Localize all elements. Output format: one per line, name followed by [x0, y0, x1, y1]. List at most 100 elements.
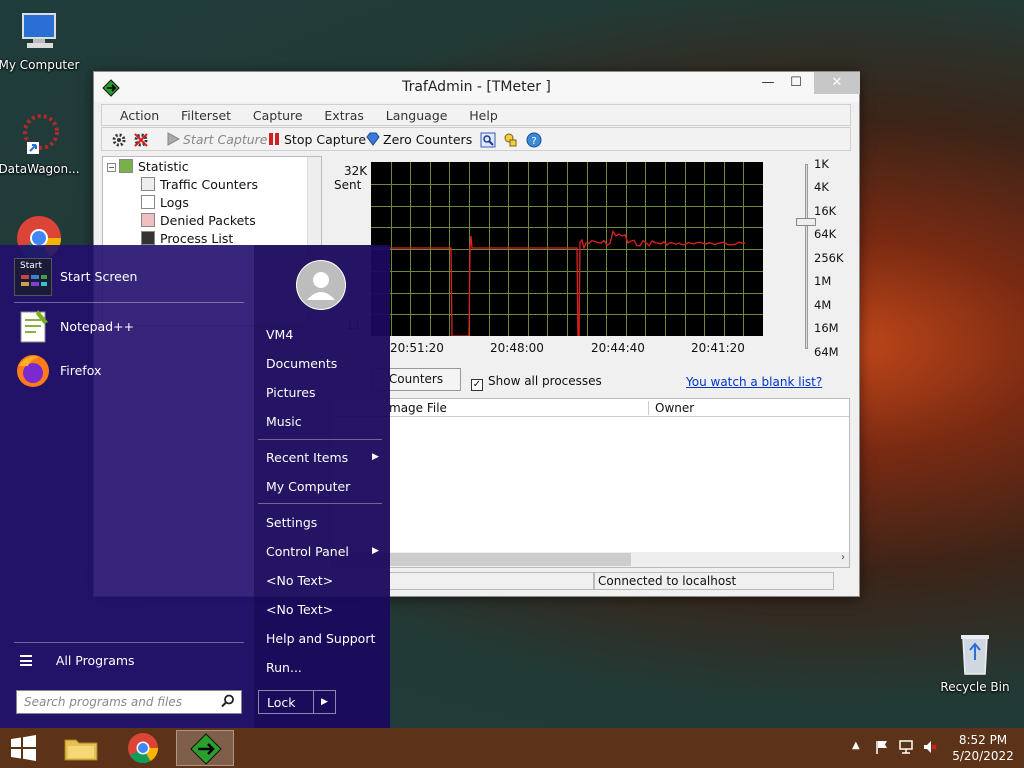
list-header: mage File Owner	[331, 399, 849, 417]
start-item-run[interactable]: Run...	[266, 660, 302, 675]
chrome-icon	[128, 733, 158, 764]
menu-filterset[interactable]: Filterset	[181, 105, 231, 123]
scale-slider[interactable]: 1K 4K 16K 64K 256K 1M 4M 16M 64M	[780, 156, 850, 362]
tray-overflow-icon[interactable]: ▲	[852, 740, 860, 751]
start-item-control-panel[interactable]: Control Panel	[266, 544, 349, 559]
tree-node-process-list[interactable]: Process List	[141, 231, 233, 246]
graph-y-top: 32K	[344, 164, 368, 178]
tmeter-icon	[190, 733, 222, 765]
search-box[interactable]: Search programs and files	[16, 690, 242, 714]
start-item-music[interactable]: Music	[266, 414, 302, 429]
menu-extras[interactable]: Extras	[324, 105, 364, 123]
start-item-no-text-1[interactable]: <No Text>	[266, 573, 333, 588]
title-bar[interactable]: TrafAdmin - [TMeter ] — ☐ ✕	[94, 72, 860, 102]
counters-icon	[141, 177, 155, 191]
close-button[interactable]: ✕	[814, 72, 860, 94]
folder-icon	[64, 739, 98, 761]
pinned-label: Firefox	[60, 363, 102, 378]
search-icon[interactable]	[221, 694, 235, 711]
start-item-documents[interactable]: Documents	[266, 356, 337, 371]
help-icon[interactable]: ?	[526, 130, 542, 149]
settings-gear-icon[interactable]	[110, 130, 128, 149]
firefox-icon	[14, 352, 52, 390]
start-item-user[interactable]: VM4	[266, 327, 293, 342]
zero-counters-button[interactable]: Zero Counters	[366, 130, 472, 149]
desktop-icon-recycle-bin[interactable]: Recycle Bin	[933, 630, 1017, 694]
diamond-icon	[366, 132, 380, 146]
process-list[interactable]: mage File Owner ›	[330, 398, 850, 568]
tree-node-statistic[interactable]: − Statistic	[107, 159, 189, 174]
menu-language[interactable]: Language	[386, 105, 448, 123]
flag-icon[interactable]	[874, 739, 890, 758]
desktop-icon-datawagon[interactable]: DataWagon...	[0, 112, 81, 176]
taskbar-chrome[interactable]	[114, 730, 172, 766]
x-tick-2: 20:44:40	[591, 341, 645, 355]
desktop-icon-label: My Computer	[0, 58, 80, 72]
status-bar: Connected to localhost	[330, 572, 850, 590]
scale-16m: 16M	[814, 321, 839, 335]
menu-action[interactable]: Action	[120, 105, 159, 123]
lock-options-arrow-icon[interactable]: ▶	[313, 691, 335, 713]
checkbox-box: ✓	[471, 379, 483, 391]
traffic-plot-svg	[371, 162, 763, 337]
clock-time: 8:52 PM	[958, 733, 1008, 747]
scale-thumb[interactable]	[796, 218, 816, 226]
scale-16k: 16K	[814, 204, 837, 218]
taskbar-trafadmin[interactable]	[176, 730, 234, 766]
play-icon	[166, 132, 181, 146]
separator	[14, 302, 244, 303]
log-icon	[141, 195, 155, 209]
scale-track	[805, 164, 808, 349]
network-icon[interactable]	[898, 739, 914, 758]
window-title: TrafAdmin - [TMeter ]	[402, 79, 551, 95]
search-placeholder: Search programs and files	[24, 695, 182, 709]
process-icon	[141, 231, 155, 245]
start-item-recent-items[interactable]: Recent Items	[266, 450, 348, 465]
start-item-my-computer[interactable]: My Computer	[266, 479, 350, 494]
disconnect-icon[interactable]	[132, 130, 150, 149]
windows-logo-icon	[11, 735, 36, 761]
tree-node-denied-packets[interactable]: Denied Packets	[141, 213, 256, 228]
separator	[14, 642, 244, 643]
maximize-button[interactable]: ☐	[779, 72, 813, 94]
separator	[258, 439, 382, 440]
stop-capture-button[interactable]: Stop Capture	[267, 130, 366, 149]
traffic-plot	[371, 162, 763, 337]
desktop-icon-label: DataWagon...	[0, 162, 80, 176]
lock-button[interactable]: Lock ▶	[258, 690, 336, 714]
desktop-icon-my-computer[interactable]: My Computer	[0, 8, 81, 72]
start-item-settings[interactable]: Settings	[266, 515, 317, 530]
start-item-help-support[interactable]: Help and Support	[266, 631, 375, 646]
menu-help[interactable]: Help	[469, 105, 498, 123]
taskbar-file-explorer[interactable]	[52, 730, 110, 766]
volume-muted-icon[interactable]	[922, 739, 938, 758]
all-programs-button[interactable]: All Programs	[20, 653, 135, 668]
scale-4m: 4M	[814, 298, 832, 312]
tree-node-logs[interactable]: Logs	[141, 195, 189, 210]
start-item-no-text-2[interactable]: <No Text>	[266, 602, 333, 617]
separator	[258, 503, 382, 504]
blank-list-link[interactable]: You watch a blank list?	[686, 375, 822, 389]
start-button[interactable]	[0, 730, 58, 766]
search-tool-icon[interactable]	[480, 130, 496, 149]
tree-node-traffic-counters[interactable]: Traffic Counters	[141, 177, 258, 192]
column-image-file[interactable]: mage File	[389, 401, 447, 415]
start-item-pictures[interactable]: Pictures	[266, 385, 316, 400]
scale-4k: 4K	[814, 180, 829, 194]
scroll-right-arrow-icon[interactable]: ›	[841, 552, 845, 563]
desktop-icon-label: Recycle Bin	[940, 680, 1010, 694]
start-capture-button[interactable]: Start Capture	[166, 130, 268, 149]
menu-bar: Action Filterset Capture Extras Language…	[101, 104, 851, 126]
show-all-processes-checkbox[interactable]: ✓ Show all processes	[471, 374, 602, 391]
traffic-trace	[371, 229, 746, 337]
recycle-bin-icon	[951, 630, 999, 678]
status-connection: Connected to localhost	[594, 572, 834, 590]
user-avatar[interactable]	[296, 260, 346, 310]
lock-tool-icon[interactable]	[503, 130, 519, 149]
menu-capture[interactable]: Capture	[253, 105, 303, 123]
taskbar-clock[interactable]: 8:52 PM 5/20/2022	[950, 732, 1016, 764]
column-owner[interactable]: Owner	[648, 401, 694, 415]
list-horizontal-scrollbar[interactable]: ›	[331, 552, 849, 567]
lock-label: Lock	[267, 695, 296, 710]
start-screen-icon: Start	[14, 258, 52, 296]
